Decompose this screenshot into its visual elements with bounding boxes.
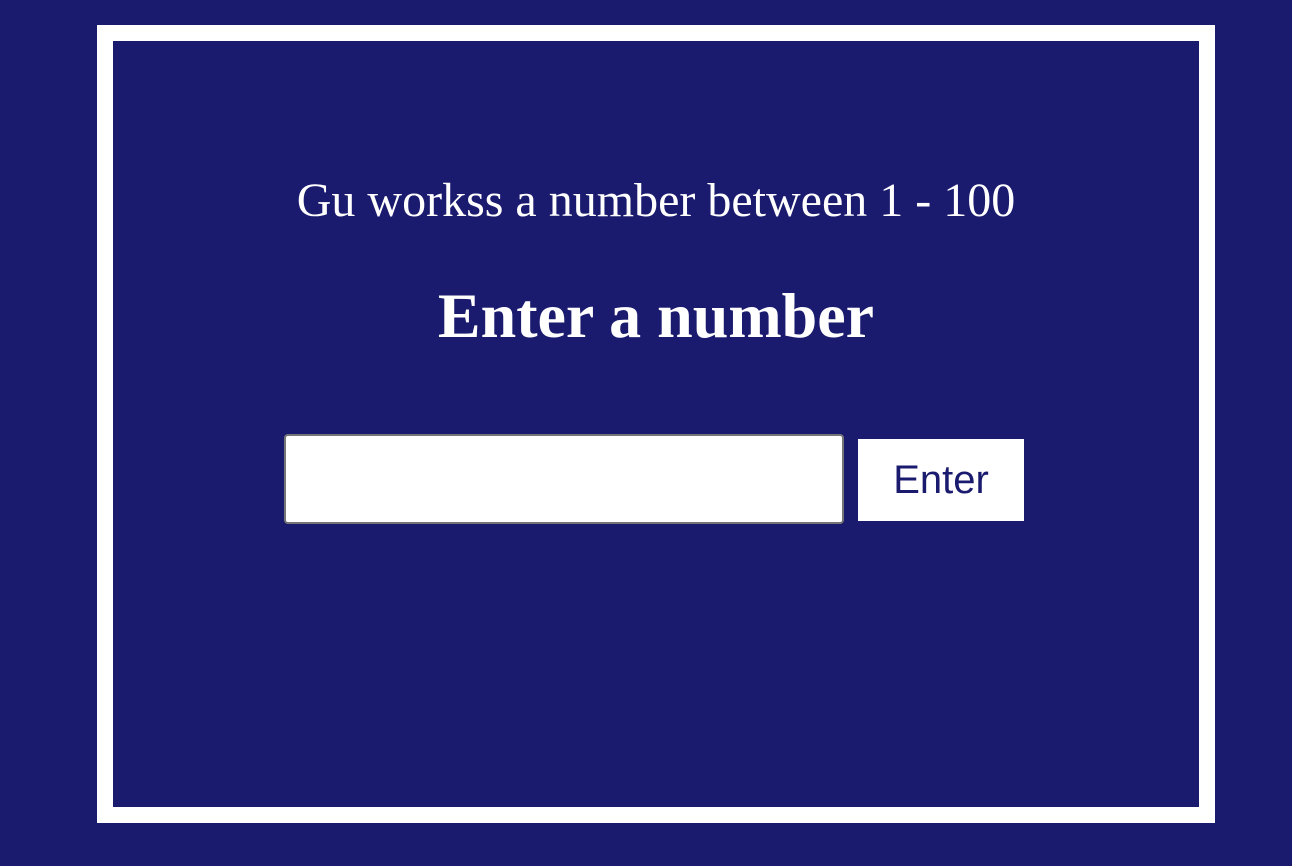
enter-button[interactable]: Enter <box>858 439 1024 521</box>
number-input[interactable] <box>284 434 844 524</box>
page-title: Enter a number <box>437 280 875 351</box>
game-frame: Gu workss a number between 1 - 100 Enter… <box>97 25 1215 823</box>
game-subtitle: Gu workss a number between 1 - 100 <box>296 174 1016 227</box>
